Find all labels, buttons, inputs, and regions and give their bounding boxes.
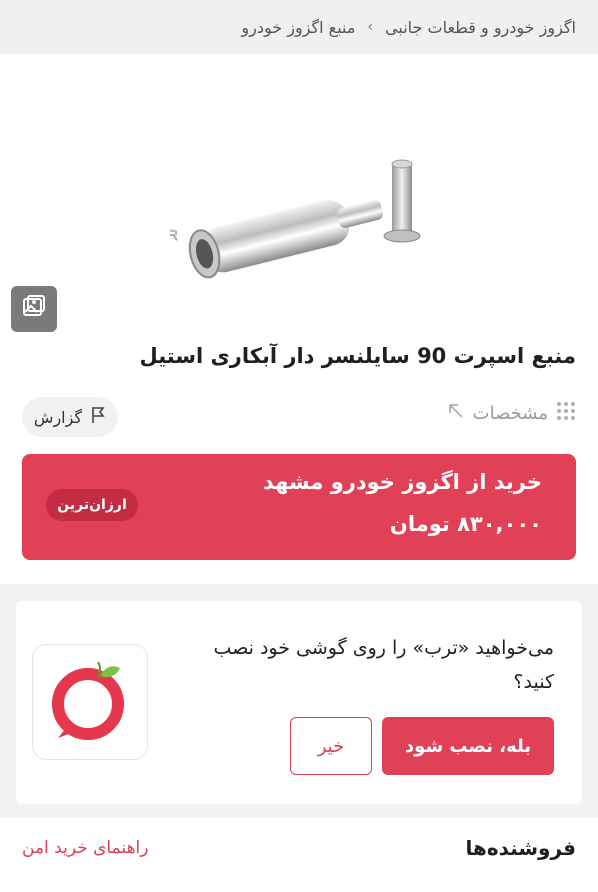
product-title: منبع اسپرت 90 سایلنسر دار آبکاری استیل [139, 344, 576, 368]
app-install-banner: می‌خواهید «ترب» را روی گوشی خود نصب کنید… [16, 601, 582, 804]
product-image-watermark: WWW.EGZOZKHODRO.IR [170, 227, 178, 244]
gallery-icon [21, 294, 47, 324]
product-card: WWW.EGZOZKHODRO.IR منبع اسپرت 90 سایلنسر… [0, 54, 598, 584]
torob-app-logo [32, 644, 148, 760]
torob-logo-icon [48, 658, 132, 746]
report-button[interactable]: گزارش [22, 397, 118, 437]
sellers-section: فروشنده‌ها راهنمای خرید امن [0, 818, 598, 892]
sellers-title: فروشنده‌ها [465, 836, 576, 860]
specs-link[interactable]: مشخصات [447, 401, 576, 426]
dismiss-banner-button[interactable]: خیر [290, 717, 372, 775]
buy-box-button[interactable]: خرید از اگزوز خودرو مشهد ۸۳۰,۰۰۰ تومان ا… [22, 454, 576, 560]
banner-message: می‌خواهید «ترب» را روی گوشی خود نصب کنید… [213, 637, 554, 693]
product-image[interactable]: WWW.EGZOZKHODRO.IR [170, 154, 425, 284]
specs-label: مشخصات [472, 403, 548, 424]
buy-box-title: خرید از اگزوز خودرو مشهد [263, 470, 542, 494]
install-app-button[interactable]: بله، نصب شود [382, 717, 554, 775]
breadcrumb-item-subcategory[interactable]: منبع اگزوز خودرو [241, 18, 355, 37]
report-label: گزارش [33, 407, 83, 427]
safe-buy-guide-link[interactable]: راهنمای خرید امن [22, 838, 148, 858]
breadcrumb: اگزوز خودرو و قطعات جانبی › منبع اگزوز خ… [0, 0, 598, 54]
cheapest-badge: ارزان‌ترین [46, 489, 138, 521]
grid-dots-icon [556, 401, 576, 426]
buy-box-price: ۸۳۰,۰۰۰ تومان [389, 512, 542, 536]
expand-arrow-icon [447, 402, 465, 425]
breadcrumb-item-category[interactable]: اگزوز خودرو و قطعات جانبی [385, 18, 576, 37]
flag-icon [90, 406, 106, 428]
breadcrumb-separator: › [367, 19, 374, 35]
gallery-button[interactable] [11, 286, 57, 332]
